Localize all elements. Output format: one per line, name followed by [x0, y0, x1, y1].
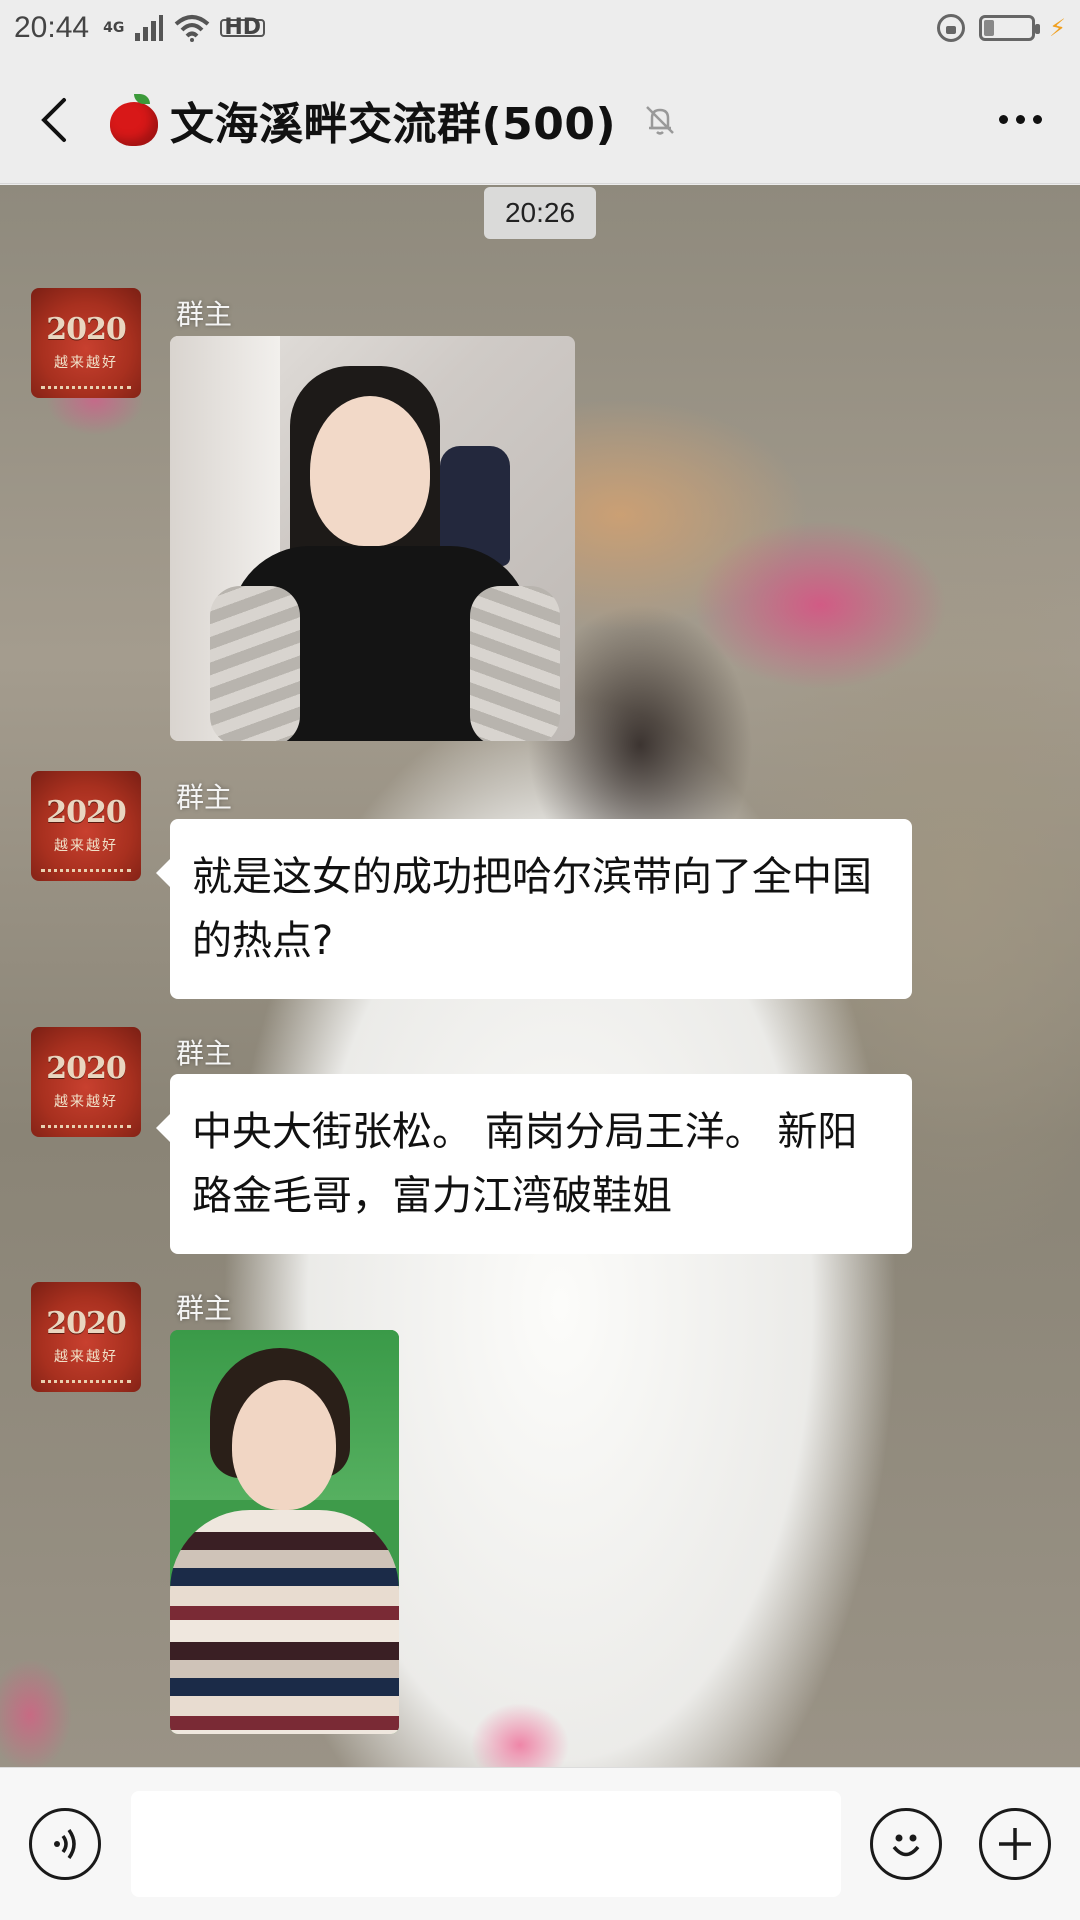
text-message-bubble[interactable]: 就是这女的成功把哈尔滨带向了全中国的热点? — [156, 819, 912, 999]
avatar-year: 2020 — [46, 795, 127, 830]
avatar-tagline: 越来越好 — [54, 1349, 118, 1365]
plus-button[interactable] — [979, 1808, 1051, 1880]
image-message[interactable] — [170, 336, 575, 741]
avatar-year: 2020 — [46, 1306, 127, 1341]
avatar-tagline: 越来越好 — [54, 1094, 118, 1110]
back-arrow-icon — [41, 97, 66, 142]
text-message-bubble[interactable]: 中央大街张松。 南岗分局王洋。 新阳路金毛哥，富力江湾破鞋姐 — [156, 1074, 912, 1254]
timestamp-chip: 20:26 — [484, 187, 596, 239]
status-bar: 20:44 4G HD ⚡ — [0, 0, 1080, 56]
title-group: 文海溪畔交流群(500) — [108, 88, 678, 152]
more-button[interactable] — [960, 56, 1080, 184]
sender-name: 群主 — [176, 1037, 233, 1070]
hd-label: HD — [220, 17, 265, 39]
avatar-tagline: 越来越好 — [54, 838, 118, 854]
network-type-label: 4G — [103, 20, 125, 36]
status-left-icons: 4G HD — [103, 14, 265, 42]
charging-icon: ⚡ — [1049, 14, 1066, 42]
message-input[interactable] — [131, 1791, 841, 1897]
back-button[interactable] — [0, 56, 108, 184]
sender-name: 群主 — [176, 1292, 233, 1325]
status-time: 20:44 — [14, 11, 90, 44]
sender-name: 群主 — [176, 781, 233, 814]
voice-icon — [54, 1828, 76, 1860]
red-apple-icon — [108, 93, 160, 146]
sender-name: 群主 — [176, 298, 233, 331]
wifi-icon — [174, 15, 210, 42]
rotation-lock-icon — [937, 14, 966, 42]
signal-icon — [135, 15, 164, 41]
chat-area[interactable]: 20:26 2020 越来越好 群主 2020 越来越好 群主 就是这女的成功把… — [0, 185, 1080, 1767]
avatar[interactable]: 2020 越来越好 — [31, 288, 141, 398]
plus-icon — [999, 1828, 1031, 1860]
avatar[interactable]: 2020 越来越好 — [31, 1027, 141, 1137]
avatar[interactable]: 2020 越来越好 — [31, 1282, 141, 1392]
status-right-icons: ⚡ — [937, 14, 1066, 42]
more-dots-icon — [998, 115, 1008, 124]
chat-header: 文海溪畔交流群(500) — [0, 56, 1080, 184]
muted-bell-icon — [646, 105, 674, 135]
avatar-tagline: 越来越好 — [54, 355, 118, 371]
emoji-button[interactable] — [870, 1808, 942, 1880]
image-message[interactable] — [170, 1330, 399, 1734]
page-title: 文海溪畔交流群(500) — [170, 98, 617, 150]
avatar-year: 2020 — [46, 312, 127, 347]
input-bar — [0, 1767, 1080, 1920]
voice-button[interactable] — [29, 1808, 101, 1880]
battery-icon — [979, 15, 1041, 41]
emoji-icon — [892, 1834, 920, 1857]
avatar-year: 2020 — [46, 1051, 127, 1086]
avatar[interactable]: 2020 越来越好 — [31, 771, 141, 881]
